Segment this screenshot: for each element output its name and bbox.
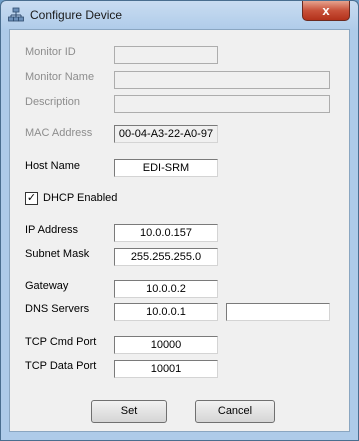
title-bar[interactable]: Configure Device x <box>1 1 358 29</box>
dhcp-checkbox[interactable]: ✓ <box>25 192 38 205</box>
ip-address-label: IP Address <box>25 224 78 236</box>
mac-address-field: 00-04-A3-22-A0-97 <box>114 125 218 143</box>
dialog-body: Monitor ID Monitor Name Description MAC … <box>9 29 350 432</box>
description-field[interactable] <box>114 95 330 113</box>
dns-primary-field[interactable]: 10.0.0.1 <box>114 303 218 321</box>
tcp-data-port-field[interactable]: 10001 <box>114 360 218 378</box>
tcp-cmd-port-label: TCP Cmd Port <box>25 336 97 348</box>
monitor-name-field[interactable] <box>114 71 330 89</box>
tcp-data-port-label: TCP Data Port <box>25 360 97 372</box>
ip-address-field[interactable]: 10.0.0.157 <box>114 224 218 242</box>
network-devices-icon <box>8 7 24 22</box>
description-label: Description <box>25 96 81 108</box>
checkmark-icon: ✓ <box>26 192 37 204</box>
dns-secondary-field[interactable] <box>226 303 330 321</box>
subnet-mask-field[interactable]: 255.255.255.0 <box>114 248 218 266</box>
tcp-cmd-port-field[interactable]: 10000 <box>114 336 218 354</box>
monitor-id-label: Monitor ID <box>25 46 76 58</box>
close-icon: x <box>322 3 330 18</box>
gateway-label: Gateway <box>25 280 69 292</box>
host-name-label: Host Name <box>25 160 81 172</box>
gateway-field[interactable]: 10.0.0.2 <box>114 280 218 298</box>
dhcp-label[interactable]: DHCP Enabled <box>43 192 117 204</box>
window-title: Configure Device <box>30 8 123 22</box>
set-button[interactable]: Set <box>91 400 167 423</box>
configure-device-window: Configure Device x Monitor ID Monitor Na… <box>0 0 359 441</box>
close-button[interactable]: x <box>302 1 350 21</box>
dns-servers-label: DNS Servers <box>25 303 90 315</box>
mac-address-label: MAC Address <box>25 127 93 139</box>
subnet-mask-label: Subnet Mask <box>25 248 90 260</box>
monitor-name-label: Monitor Name <box>25 71 95 83</box>
cancel-button[interactable]: Cancel <box>195 400 275 423</box>
monitor-id-field[interactable] <box>114 46 218 64</box>
host-name-field[interactable]: EDI-SRM <box>114 159 218 177</box>
